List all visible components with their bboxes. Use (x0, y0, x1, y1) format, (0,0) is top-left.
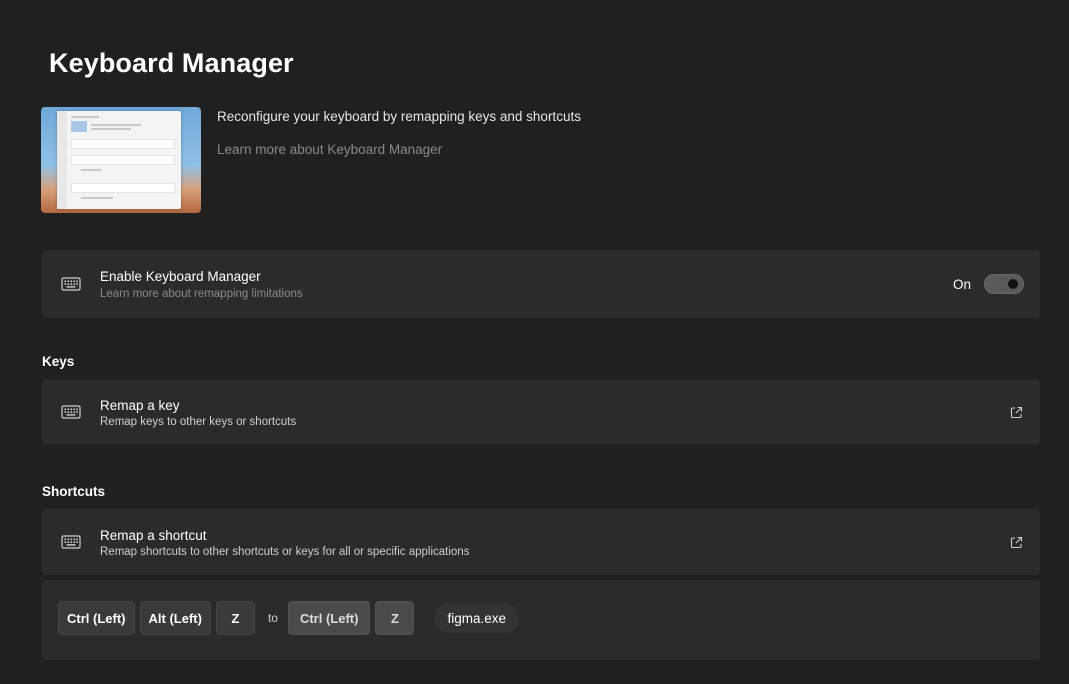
shortcut-keys: Ctrl (Left) Alt (Left) Z to Ctrl (Left) … (58, 601, 519, 635)
to-label: to (267, 611, 278, 625)
open-external-icon[interactable] (1010, 536, 1023, 549)
remap-key-card[interactable]: Remap a key Remap keys to other keys or … (42, 379, 1040, 445)
toggle-knob (1008, 279, 1018, 289)
keyboard-icon (61, 405, 81, 419)
target-app-chip: figma.exe (434, 603, 519, 633)
page-title: Keyboard Manager (49, 48, 294, 78)
from-key: Alt (Left) (139, 601, 211, 635)
shortcut-mapping-row: Ctrl (Left) Alt (Left) Z to Ctrl (Left) … (42, 580, 1040, 660)
remapping-limitations-link[interactable]: Learn more about remapping limitations (100, 288, 303, 300)
keyboard-manager-page: Keyboard Manager Reconfigure your keyboa… (0, 0, 1069, 684)
enable-toggle[interactable] (984, 274, 1024, 294)
keyboard-icon (61, 277, 81, 291)
remap-shortcut-card[interactable]: Remap a shortcut Remap shortcuts to othe… (42, 509, 1040, 575)
shortcuts-section-header: Shortcuts (42, 484, 106, 499)
from-key: Z (215, 601, 255, 635)
hero-image (41, 107, 201, 213)
to-key: Ctrl (Left) (287, 601, 371, 635)
open-external-icon[interactable] (1010, 406, 1023, 419)
remap-key-subtitle: Remap keys to other keys or shortcuts (100, 416, 297, 428)
from-key: Ctrl (Left) (58, 601, 135, 635)
enable-keyboard-manager-card: Enable Keyboard Manager Learn more about… (42, 250, 1040, 318)
remap-key-title: Remap a key (100, 398, 180, 413)
learn-more-link[interactable]: Learn more about Keyboard Manager (217, 142, 442, 157)
keys-section-header: Keys (42, 354, 75, 369)
enable-title: Enable Keyboard Manager (100, 269, 261, 284)
remap-shortcut-title: Remap a shortcut (100, 528, 207, 543)
toggle-state-label: On (952, 277, 971, 292)
to-key: Z (375, 601, 415, 635)
keyboard-icon (61, 535, 81, 549)
hero-description: Reconfigure your keyboard by remapping k… (217, 109, 581, 124)
remap-shortcut-subtitle: Remap shortcuts to other shortcuts or ke… (100, 546, 470, 558)
